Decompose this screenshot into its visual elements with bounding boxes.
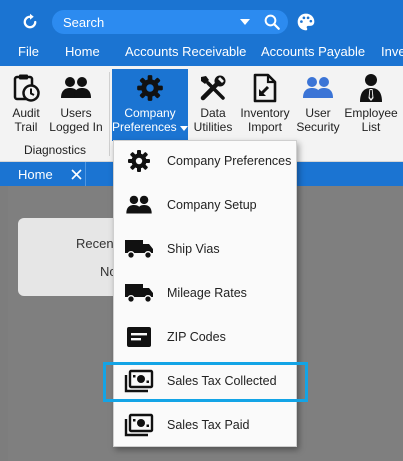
dropdown-item-label: ZIP Codes <box>167 330 226 344</box>
gear-icon <box>132 72 168 104</box>
company-preferences-label-1: Company <box>124 106 176 120</box>
users-icon <box>124 191 154 219</box>
inventory-import-label-1: Inventory <box>240 106 290 120</box>
dropdown-item-label: Company Preferences <box>167 154 292 168</box>
data-utilities-label-2: Utilities <box>193 120 233 134</box>
company-preferences-button[interactable]: Company Preferences <box>111 69 189 141</box>
company-preferences-label-2-text: Preferences <box>111 120 177 134</box>
money-stack-icon <box>124 367 154 395</box>
dropdown-item-ship-vias[interactable]: Ship Vias <box>114 229 296 269</box>
users-icon <box>58 72 94 104</box>
audit-trail-label-2: Trail <box>14 120 38 134</box>
search-input[interactable] <box>63 14 223 30</box>
dropdown-item-label: Company Setup <box>167 198 257 212</box>
refresh-icon[interactable] <box>17 9 43 35</box>
money-stack-icon <box>124 411 154 439</box>
dropdown-item-label: Mileage Rates <box>167 286 247 300</box>
dropdown-item-company-setup[interactable]: Company Setup <box>114 185 296 225</box>
dropdown-item-mileage-rates[interactable]: Mileage Rates <box>114 273 296 313</box>
users-logged-in-button[interactable]: Users Logged In <box>47 69 105 141</box>
tab-home-label: Home <box>18 166 53 182</box>
top-bar <box>0 0 403 44</box>
clipboard-clock-icon <box>8 72 44 104</box>
dropdown-item-sales-tax-collected[interactable]: Sales Tax Collected <box>114 361 296 401</box>
gear-icon <box>124 147 154 175</box>
employee-icon <box>353 72 389 104</box>
audit-trail-label-1: Audit <box>12 106 40 120</box>
employee-list-label-1: Employee <box>344 106 398 120</box>
menu-accounts-receivable[interactable]: Accounts Receivable <box>125 44 246 66</box>
users-logged-in-label-2: Logged In <box>49 120 103 134</box>
audit-trail-button[interactable]: Audit Trail <box>6 69 46 141</box>
user-security-label-2: Security <box>296 120 340 134</box>
tab-home[interactable]: Home <box>8 162 86 186</box>
data-utilities-label-1: Data <box>200 106 226 120</box>
menu-inventory[interactable]: Inve <box>381 44 403 66</box>
user-security-button[interactable]: User Security <box>293 69 343 141</box>
recent-card-title: Recen <box>76 236 114 251</box>
menu-file[interactable]: File <box>18 44 39 66</box>
file-import-icon <box>247 72 283 104</box>
dropdown-item-label: Ship Vias <box>167 242 220 256</box>
dropdown-item-label: Sales Tax Collected <box>167 374 277 388</box>
ribbon-group-label-diagnostics: Diagnostics <box>23 143 87 157</box>
palette-icon[interactable] <box>294 10 318 34</box>
search-icon[interactable] <box>262 12 282 32</box>
inventory-import-label-2: Import <box>247 120 282 134</box>
truck-icon <box>124 235 154 263</box>
chevron-down-icon <box>180 120 189 134</box>
dropdown-item-sales-tax-paid[interactable]: Sales Tax Paid <box>114 405 296 445</box>
tools-icon <box>195 72 231 104</box>
users-logged-in-label-1: Users <box>60 106 92 120</box>
dropdown-item-company-preferences[interactable]: Company Preferences <box>114 141 296 181</box>
data-utilities-button[interactable]: Data Utilities <box>190 69 236 141</box>
menu-accounts-payable[interactable]: Accounts Payable <box>261 44 365 66</box>
dropdown-item-zip-codes[interactable]: ZIP Codes <box>114 317 296 357</box>
card-icon <box>124 323 154 351</box>
search-box[interactable] <box>52 10 288 34</box>
menu-bar: File Home Accounts Receivable Accounts P… <box>0 44 403 66</box>
user-security-label-1: User <box>305 106 331 120</box>
employee-list-button[interactable]: Employee List <box>343 69 399 141</box>
user-security-icon <box>300 72 336 104</box>
inventory-import-button[interactable]: Inventory Import <box>240 69 290 141</box>
chevron-down-icon[interactable] <box>237 14 253 30</box>
employee-list-label-2: List <box>361 120 381 134</box>
company-preferences-dropdown: Company Preferences Company Setup Ship V… <box>113 140 297 447</box>
company-preferences-label-2: Preferences <box>111 120 189 134</box>
dropdown-item-label: Sales Tax Paid <box>167 418 250 432</box>
close-icon[interactable] <box>68 166 84 182</box>
menu-home[interactable]: Home <box>65 44 100 66</box>
truck-icon <box>124 279 154 307</box>
